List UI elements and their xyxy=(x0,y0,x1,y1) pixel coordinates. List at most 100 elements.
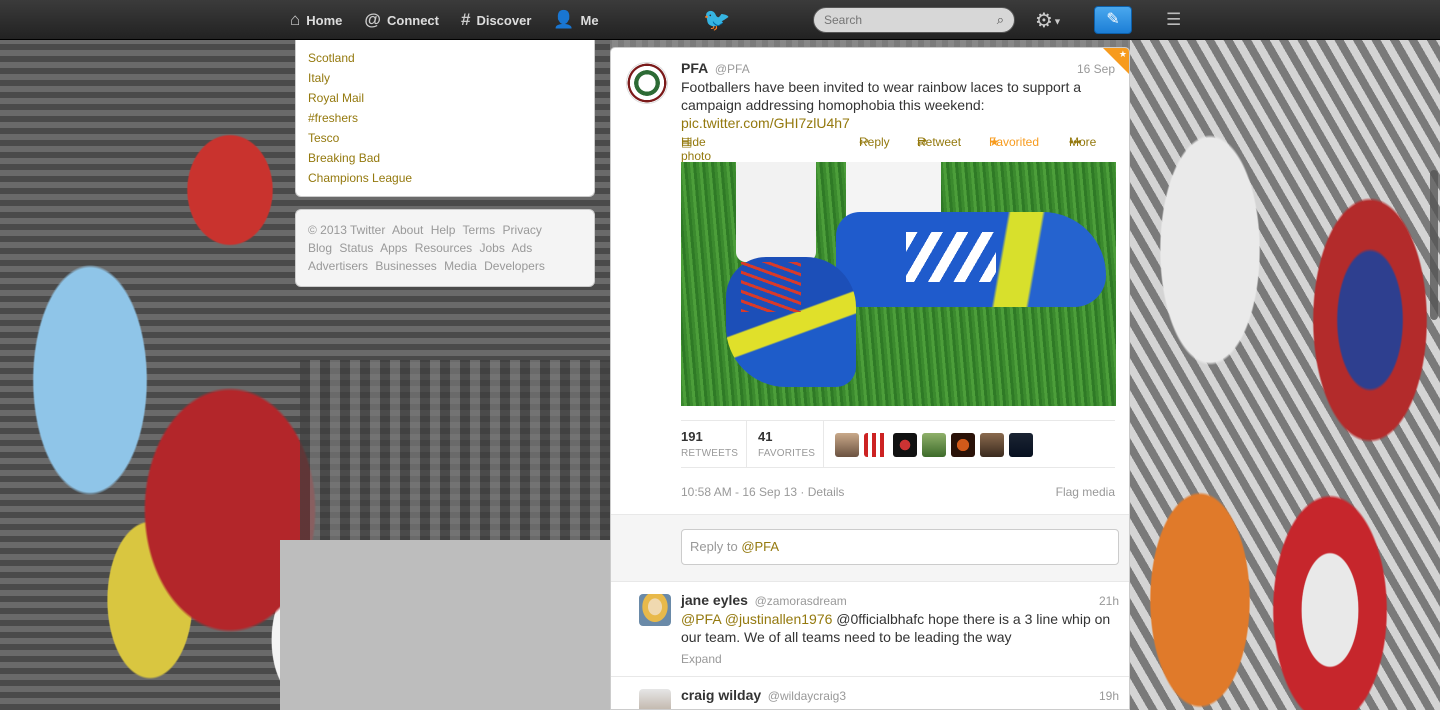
footer-line: Advertisers Businesses Media Developers xyxy=(308,257,582,275)
reply-time[interactable]: 19h xyxy=(1099,689,1119,703)
more-label: More xyxy=(1069,135,1097,149)
avatar[interactable] xyxy=(951,433,975,457)
trend-link[interactable]: #freshers xyxy=(308,108,582,128)
stadium-pitch xyxy=(280,540,610,710)
connect-icon: @ xyxy=(364,10,381,29)
compose-tweet-button[interactable]: ✎ xyxy=(1094,6,1132,34)
reply-tweet[interactable]: craig wilday @wildaycraig3 19h xyxy=(611,677,1129,709)
reply-author-handle[interactable]: @wildaycraig3 xyxy=(768,689,846,703)
flag-media-link[interactable]: Flag media xyxy=(1056,485,1115,499)
reply-label: Reply xyxy=(859,135,890,149)
tweet-timestamp[interactable]: 10:58 AM - 16 Sep 13 · Details xyxy=(681,485,844,499)
stats-divider xyxy=(823,421,824,467)
avatar[interactable] xyxy=(893,433,917,457)
trend-link[interactable]: Tesco xyxy=(308,128,582,148)
expand-link[interactable]: Expand xyxy=(681,652,722,666)
favoriters-avatars xyxy=(835,433,1038,457)
nav-me[interactable]: 👤 Me xyxy=(553,10,598,30)
reply-area: Reply to @PFA xyxy=(611,514,1129,582)
home-icon: ⌂ xyxy=(290,10,301,29)
reply-author-handle[interactable]: @zamorasdream xyxy=(755,594,847,608)
footer-link[interactable]: Advertisers xyxy=(308,259,368,273)
avatar[interactable] xyxy=(626,62,668,104)
reply-header: craig wilday @wildaycraig3 19h xyxy=(681,687,1119,703)
tweet-header: PFA @PFA 16 Sep xyxy=(681,60,1115,76)
search-icon[interactable]: ⌕ xyxy=(997,12,1004,28)
trends-module: Scotland Italy Royal Mail #freshers Tesc… xyxy=(295,40,595,197)
menu-stack-icon[interactable]: ☰ xyxy=(1166,10,1181,30)
footer-link[interactable]: Blog xyxy=(308,241,332,255)
footer-link[interactable]: About xyxy=(392,223,423,237)
footer-link[interactable]: Jobs xyxy=(479,241,504,255)
footer-link[interactable]: Help xyxy=(431,223,456,237)
favorited-label: Favorited xyxy=(989,135,1040,149)
reply-author-name[interactable]: craig wilday xyxy=(681,687,761,703)
compose-icon: ✎ xyxy=(1106,11,1120,28)
reply-mentions[interactable]: @PFA @justinallen1976 xyxy=(681,611,832,627)
twitter-bird-icon[interactable]: 🐦 xyxy=(703,7,730,33)
reply-placeholder-handle: @PFA xyxy=(741,539,780,554)
nav-home[interactable]: ⌂ Home xyxy=(290,10,342,30)
tweet-photo[interactable] xyxy=(681,162,1116,406)
retweet-label: Retweet xyxy=(917,135,962,149)
tweet-author-handle[interactable]: @PFA xyxy=(715,62,750,76)
avatar[interactable] xyxy=(639,594,671,626)
nav-me-label: Me xyxy=(580,12,599,28)
retweet-count-label: RETWEETS xyxy=(681,448,739,459)
avatar[interactable] xyxy=(1009,433,1033,457)
nav-discover-label: Discover xyxy=(476,12,532,28)
footer-copyright: © 2013 Twitter xyxy=(308,223,386,237)
trend-link[interactable]: Breaking Bad xyxy=(308,148,582,168)
footer-line: Blog Status Apps Resources Jobs Ads xyxy=(308,239,582,257)
reply-author-name[interactable]: jane eyles xyxy=(681,592,748,608)
tweet-body: Footballers have been invited to wear ra… xyxy=(681,79,1082,113)
me-icon: 👤 xyxy=(553,10,575,29)
tweet-meta: 10:58 AM - 16 Sep 13 · Details Flag medi… xyxy=(681,485,1115,499)
trend-link[interactable]: Champions League xyxy=(308,168,582,188)
footer-link[interactable]: Media xyxy=(444,259,477,273)
chevron-down-icon: ▼ xyxy=(1052,16,1062,27)
favorite-count[interactable]: 41 FAVORITES xyxy=(758,429,815,459)
favorite-count-label: FAVORITES xyxy=(758,448,816,459)
tweet-text: Footballers have been invited to wear ra… xyxy=(681,78,1115,132)
footer-link[interactable]: Status xyxy=(339,241,373,255)
reply-header: jane eyles @zamorasdream 21h xyxy=(681,592,1119,608)
nav-discover[interactable]: # Discover xyxy=(461,10,531,30)
avatar[interactable] xyxy=(922,433,946,457)
reply-text: @PFA @justinallen1976 @0fficialbhafc hop… xyxy=(681,610,1121,646)
photo-sock-left xyxy=(736,162,816,262)
reply-placeholder-prefix: Reply to xyxy=(690,539,742,554)
trend-link[interactable]: Royal Mail xyxy=(308,88,582,108)
search-input[interactable] xyxy=(824,13,997,27)
avatar[interactable] xyxy=(639,689,671,709)
photo-rainbow-laces xyxy=(741,262,801,312)
settings-gear-icon[interactable]: ⚙▼ xyxy=(1035,8,1062,33)
scrollbar-thumb[interactable] xyxy=(1430,170,1438,320)
photo-boot-right xyxy=(836,212,1106,307)
tweet-date[interactable]: 16 Sep xyxy=(1077,62,1115,76)
avatar[interactable] xyxy=(980,433,1004,457)
footer-link[interactable]: Privacy xyxy=(503,223,542,237)
search-box[interactable]: ⌕ xyxy=(813,7,1015,33)
retweet-count[interactable]: 191 RETWEETS xyxy=(681,429,738,459)
stats-divider xyxy=(746,421,747,467)
trend-link[interactable]: Scotland xyxy=(308,48,582,68)
nav-connect[interactable]: @ Connect xyxy=(364,10,439,30)
tweet-author-name[interactable]: PFA xyxy=(681,60,708,76)
trend-link[interactable]: Italy xyxy=(308,68,582,88)
reply-time[interactable]: 21h xyxy=(1099,594,1119,608)
reply-input[interactable]: Reply to @PFA xyxy=(681,529,1119,565)
footer-link[interactable]: Businesses xyxy=(375,259,436,273)
footer-link[interactable]: Terms xyxy=(463,223,496,237)
reply-tweet[interactable]: jane eyles @zamorasdream 21h @PFA @justi… xyxy=(611,582,1129,677)
tweet-stats: 191 RETWEETS 41 FAVORITES xyxy=(681,420,1115,468)
footer-link[interactable]: Developers xyxy=(484,259,545,273)
footer-link[interactable]: Ads xyxy=(512,241,533,255)
footer-link[interactable]: Resources xyxy=(415,241,472,255)
tweet-permalink-column: PFA @PFA 16 Sep Footballers have been in… xyxy=(610,47,1130,710)
avatar[interactable] xyxy=(835,433,859,457)
avatar[interactable] xyxy=(864,433,888,457)
tweet-photo-link[interactable]: pic.twitter.com/GHI7zlU4h7 xyxy=(681,115,850,131)
background-image-right xyxy=(1130,40,1440,710)
footer-link[interactable]: Apps xyxy=(380,241,407,255)
